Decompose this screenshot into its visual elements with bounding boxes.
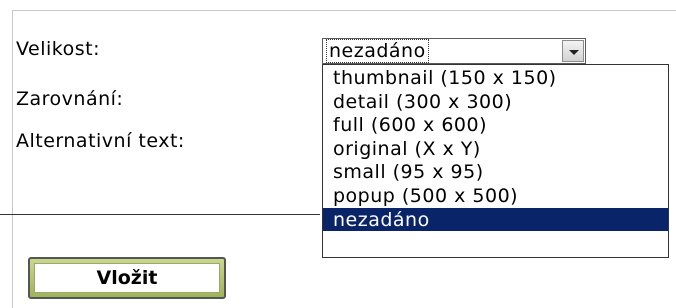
- alignment-label: Zarovnání:: [16, 88, 124, 110]
- insert-button-label: Vložit: [34, 263, 220, 293]
- size-label: Velikost:: [16, 38, 100, 60]
- option-small[interactable]: small (95 x 95): [323, 160, 668, 184]
- divider: [0, 214, 320, 215]
- alt-text-label: Alternativní text:: [16, 130, 185, 152]
- insert-button[interactable]: Vložit: [28, 257, 226, 299]
- size-select[interactable]: nezadáno: [322, 38, 586, 64]
- size-select-value: nezadáno: [326, 39, 429, 63]
- option-popup[interactable]: popup (500 x 500): [323, 184, 668, 208]
- option-thumbnail[interactable]: thumbnail (150 x 150): [323, 66, 668, 90]
- option-detail[interactable]: detail (300 x 300): [323, 90, 668, 114]
- size-options-list: thumbnail (150 x 150) detail (300 x 300)…: [322, 64, 669, 258]
- option-nezadano[interactable]: nezadáno: [323, 207, 668, 232]
- chevron-down-icon: [569, 50, 579, 55]
- dropdown-button[interactable]: [562, 40, 584, 62]
- option-original[interactable]: original (X x Y): [323, 137, 668, 161]
- option-full[interactable]: full (600 x 600): [323, 113, 668, 137]
